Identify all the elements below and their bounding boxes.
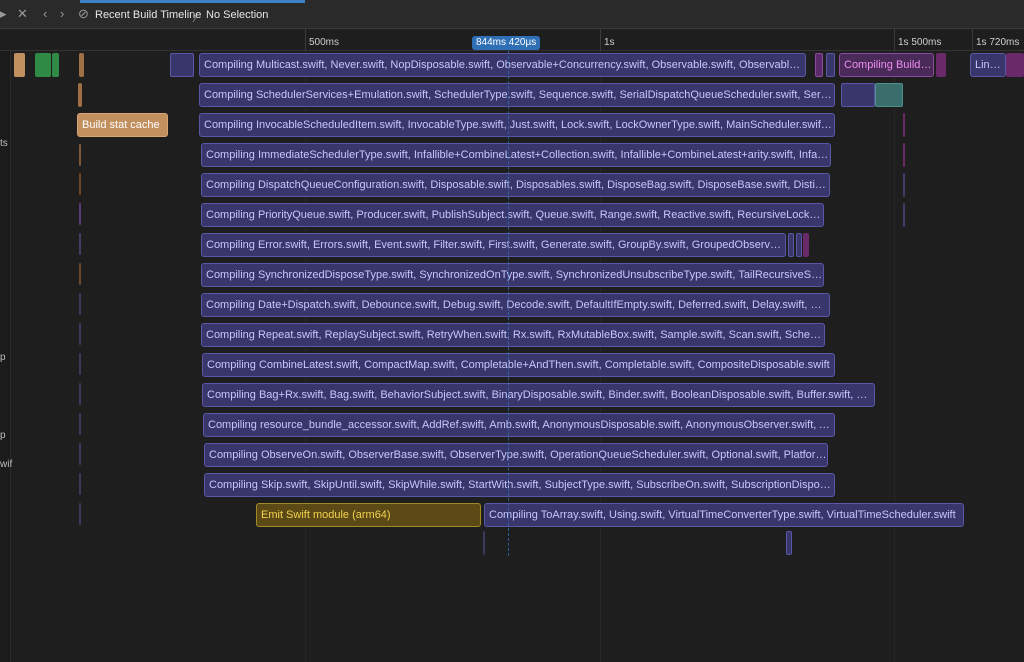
task-bar-compile[interactable]: Compiling Skip.swift, SkipUntil.swift, S… [204, 473, 835, 497]
breadcrumb-selection[interactable]: No Selection [206, 9, 268, 21]
ruler-tick-1s-720ms: 1s 720ms [976, 37, 1020, 48]
task-block[interactable] [14, 53, 25, 77]
active-tab-indicator [80, 0, 305, 3]
task-bar-build-stat-cache[interactable]: Build stat cache [77, 113, 168, 137]
sidebar-fragment: p [0, 430, 6, 441]
close-icon[interactable]: ✕ [17, 7, 28, 21]
task-block[interactable] [936, 53, 946, 77]
task-block[interactable] [35, 53, 51, 77]
lane-marker [79, 173, 81, 195]
task-bar-link[interactable]: Linking RxSwift [970, 53, 1006, 77]
chevron-left-icon[interactable]: ▸ [0, 7, 7, 21]
task-bar-compile[interactable]: Compiling PriorityQueue.swift, Producer.… [201, 203, 824, 227]
lane-marker [79, 413, 81, 435]
lane-marker [79, 353, 81, 375]
task-block[interactable] [170, 53, 194, 77]
task-bar-compile[interactable]: Compiling Date+Dispatch.swift, Debounce.… [201, 293, 830, 317]
lane-marker [903, 143, 905, 167]
task-bar-compile[interactable]: Compiling CombineLatest.swift, CompactMa… [202, 353, 835, 377]
lane-marker [79, 203, 81, 225]
breadcrumb-separator: 〉 [192, 12, 203, 24]
ruler-tick-line [600, 29, 601, 50]
breadcrumb-title[interactable]: Recent Build Timeline [95, 9, 201, 21]
task-block[interactable] [78, 83, 82, 107]
task-bar-compile[interactable]: Compiling resource_bundle_accessor.swift… [203, 413, 835, 437]
lane-marker [903, 113, 905, 137]
sidebar-fragment: p [0, 352, 6, 363]
lane-marker [79, 383, 81, 405]
lane-marker [903, 203, 905, 227]
time-ruler[interactable]: 500ms 1s 1s 500ms 1s 720ms 844ms 420µs [0, 29, 1024, 51]
ruler-tick-line [894, 29, 895, 50]
gridline [894, 51, 895, 662]
task-bar-compile[interactable]: Compiling ImmediateSchedulerType.swift, … [201, 143, 831, 167]
task-bar-compile[interactable]: Compiling SchedulerServices+Emulation.sw… [199, 83, 835, 107]
forward-arrow-icon[interactable]: › [60, 7, 64, 21]
task-bar-emit-module[interactable]: Emit Swift module (arm64) [256, 503, 481, 527]
lane-marker [79, 233, 81, 255]
task-bar-compile[interactable]: Compiling Repeat.swift, ReplaySubject.sw… [201, 323, 825, 347]
cursor-time-label: 844ms 420µs [472, 36, 541, 50]
task-bar-compile[interactable]: Compiling Bag+Rx.swift, Bag.swift, Behav… [202, 383, 875, 407]
task-block[interactable] [52, 53, 59, 77]
lane-marker [79, 144, 81, 166]
lane-marker [79, 503, 81, 525]
ruler-tick-1s-500ms: 1s 500ms [898, 37, 942, 48]
task-block[interactable] [815, 53, 823, 77]
task-block[interactable] [786, 531, 792, 555]
task-block[interactable] [788, 233, 794, 257]
sidebar-fragment: ts [0, 138, 8, 149]
sidebar-fragment: wif [0, 459, 13, 470]
ruler-tick-line [972, 29, 973, 50]
task-bar-compile[interactable]: Compiling ObserveOn.swift, ObserverBase.… [204, 443, 828, 467]
task-bar-compile[interactable]: Compiling ToArray.swift, Using.swift, Vi… [484, 503, 964, 527]
lane-marker [79, 263, 81, 285]
task-block[interactable] [803, 233, 809, 257]
task-block[interactable] [841, 83, 875, 107]
ruler-tick-1s: 1s [604, 37, 615, 48]
task-block[interactable] [875, 83, 903, 107]
task-bar-compile[interactable]: Compiling SynchronizedDisposeType.swift,… [201, 263, 824, 287]
task-block[interactable] [826, 53, 835, 77]
task-block[interactable] [79, 53, 84, 77]
toolbar: ▸ ✕ ‹ › ⊘ Recent Build Timeline 〉 No Sel… [0, 0, 1024, 29]
time-cursor-line[interactable] [508, 51, 509, 556]
task-bar-compile[interactable]: Compiling Multicast.swift, Never.swift, … [199, 53, 806, 77]
lane-marker [483, 531, 485, 555]
ruler-tick-line [305, 29, 306, 50]
task-bar-compile-pink[interactable]: Compiling BuildTask.swift [839, 53, 934, 77]
lane-marker [79, 323, 81, 345]
lane-marker [903, 173, 905, 197]
build-timeline-icon: ⊘ [78, 6, 89, 21]
task-block[interactable] [1006, 53, 1024, 77]
task-block[interactable] [796, 233, 802, 257]
lane-marker [79, 473, 81, 495]
lane-marker [79, 293, 81, 315]
task-bar-compile[interactable]: Compiling DispatchQueueConfiguration.swi… [201, 173, 830, 197]
ruler-tick-500ms: 500ms [309, 37, 340, 48]
task-bar-compile[interactable]: Compiling InvocableScheduledItem.swift, … [199, 113, 835, 137]
task-bar-compile[interactable]: Compiling Error.swift, Errors.swift, Eve… [201, 233, 786, 257]
back-arrow-icon[interactable]: ‹ [43, 7, 47, 21]
lane-marker [79, 443, 81, 465]
